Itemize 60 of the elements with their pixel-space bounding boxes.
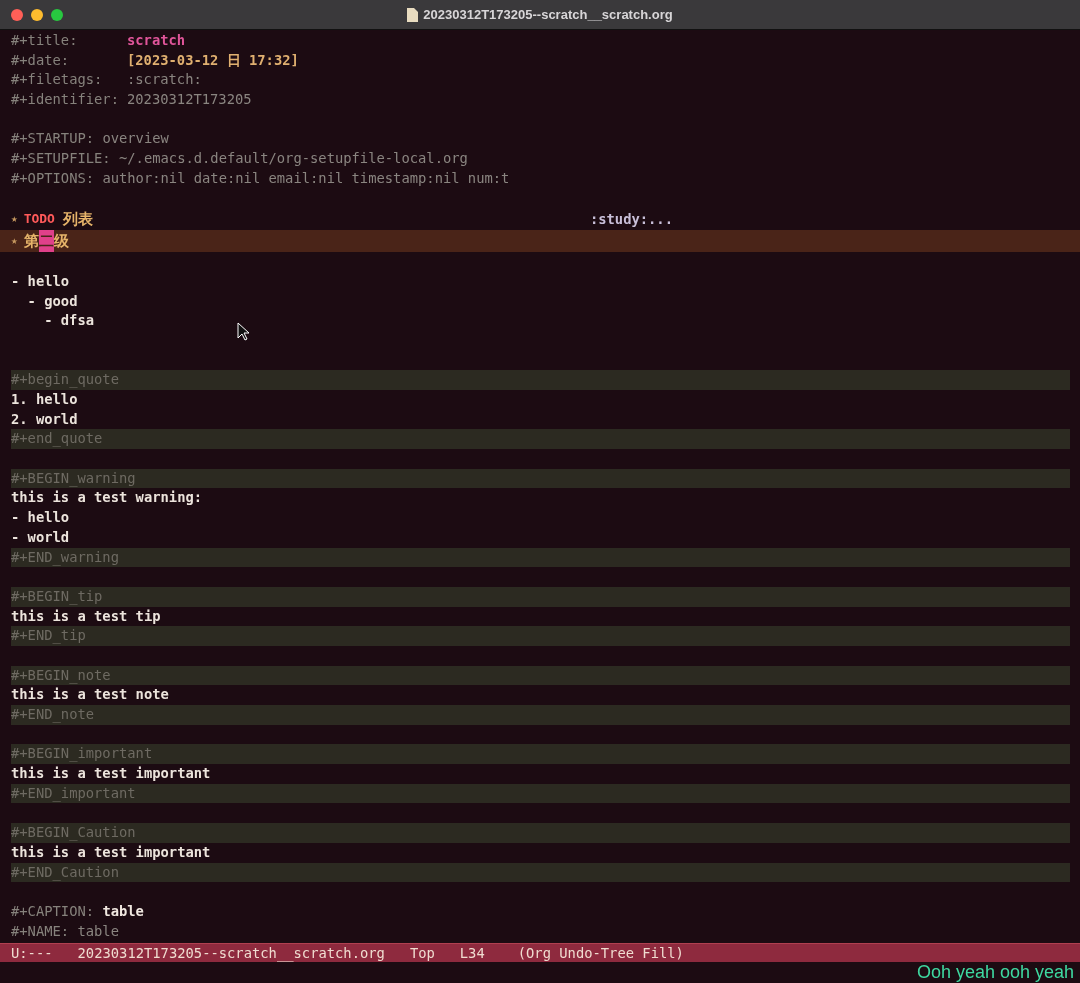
block-body-text: 2. world bbox=[11, 409, 79, 429]
heading-bullet: ★ bbox=[11, 233, 18, 250]
keyword: #+title: bbox=[11, 31, 79, 50]
keyword-value: scratch bbox=[127, 31, 186, 50]
echo-area-message: Ooh yeah ooh yeah bbox=[916, 962, 1074, 983]
block-body-text: this is a test note bbox=[11, 685, 170, 705]
heading-text: 列表 bbox=[62, 209, 93, 231]
minimize-button[interactable] bbox=[31, 8, 43, 21]
zoom-button[interactable] bbox=[51, 8, 63, 21]
mode-line-item: U:--- bbox=[11, 943, 53, 963]
block-body-text: this is a test important bbox=[11, 842, 212, 862]
keyword-value: table bbox=[102, 901, 144, 921]
keyword: #+identifier: bbox=[11, 90, 120, 110]
block-delimiter: #+END_tip bbox=[11, 626, 1070, 646]
document-icon bbox=[407, 7, 419, 22]
mode-line-item: L34 bbox=[459, 943, 485, 963]
block-delimiter: #+BEGIN_important bbox=[11, 744, 1070, 765]
keyword: #+SETUPFILE: bbox=[11, 149, 111, 169]
block-delimiter: #+END_important bbox=[11, 783, 1070, 804]
block-delimiter: #+BEGIN_tip bbox=[11, 586, 1070, 607]
list-item: - dfsa bbox=[44, 311, 95, 331]
block-delimiter: #+END_note bbox=[11, 705, 1070, 725]
block-delimiter: #+BEGIN_warning bbox=[11, 468, 1070, 489]
heading-bullet: ★ bbox=[11, 211, 18, 228]
mode-line-item: 20230312T173205--scratch__scratch.org bbox=[77, 943, 385, 964]
block-delimiter: #+begin_quote bbox=[11, 370, 1070, 390]
mouse-pointer-icon bbox=[237, 322, 249, 341]
todo-keyword: TODO bbox=[23, 210, 55, 229]
keyword: #+CAPTION: bbox=[11, 901, 95, 921]
block-body-text: 1. hello bbox=[11, 390, 79, 409]
window-title: 20230312T173205--scratch__scratch.org bbox=[423, 5, 673, 24]
keyword-value: 20230312T173205 bbox=[127, 90, 252, 110]
heading-tags: :study:... bbox=[589, 208, 673, 231]
block-delimiter: #+BEGIN_Caution bbox=[11, 823, 1070, 843]
keyword: #+filetags: bbox=[11, 70, 104, 90]
block-body-text: - hello bbox=[11, 508, 71, 528]
keyword-value: [2023-03-12 日 17:32] bbox=[127, 50, 299, 70]
keyword: #+NAME: bbox=[11, 921, 70, 941]
block-delimiter: #+END_Caution bbox=[11, 862, 1070, 883]
keyword-value: :scratch: bbox=[127, 70, 202, 90]
keyword: #+date: bbox=[11, 50, 71, 70]
close-button[interactable] bbox=[11, 8, 23, 21]
list-item: - hello bbox=[11, 271, 70, 291]
block-delimiter: #+end_quote bbox=[11, 429, 1070, 450]
block-delimiter: #+END_warning bbox=[11, 547, 1070, 568]
mode-line-item: Top bbox=[409, 943, 435, 963]
keyword-value: ~/.emacs.d.default/org-setupfile-local.org bbox=[119, 149, 468, 169]
keyword-value: table bbox=[77, 921, 119, 941]
block-body-text: this is a test warning: bbox=[11, 488, 204, 508]
keyword-value: overview bbox=[102, 129, 169, 149]
keyword: #+OPTIONS: bbox=[11, 168, 95, 188]
keyword: #+STARTUP: bbox=[11, 129, 95, 149]
keyword-value: author:nil date:nil email:nil timestamp:nil num:t bbox=[102, 168, 510, 188]
block-delimiter: #+BEGIN_note bbox=[11, 665, 1070, 686]
list-item: - good bbox=[27, 291, 78, 311]
block-body-text: this is a test tip bbox=[11, 606, 162, 626]
block-body-text: - world bbox=[11, 527, 71, 547]
block-body-text: this is a test important bbox=[11, 764, 212, 784]
heading-text: 第 bbox=[23, 231, 39, 253]
mode-line-item: (Org Undo-Tree Fill) bbox=[517, 943, 684, 963]
